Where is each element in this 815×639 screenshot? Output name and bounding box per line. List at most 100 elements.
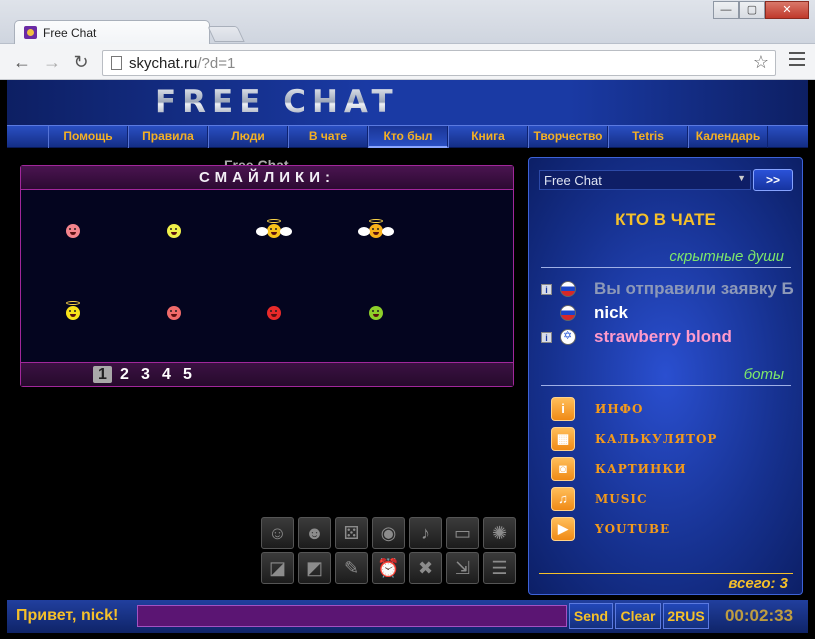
bot-row[interactable]: ♫ MUSIC [551,486,648,512]
smile-icon[interactable]: ☺ [261,517,294,549]
nav-creativity[interactable]: Творчество [528,126,608,148]
bot-row[interactable]: ▶ YOUTUBE [551,516,670,542]
smiley-pager: 1 2 3 4 5 [21,362,513,386]
translit-button[interactable]: 2RUS [663,603,709,629]
url-text: skychat.ru/?d=1 [129,55,236,72]
user-row[interactable]: i Вы отправили заявку Б [541,278,803,300]
divider [541,385,791,386]
bot-label[interactable]: КАЛЬКУЛЯТОР [595,432,717,446]
total-count: всего: 3 [728,575,788,592]
smiley-shock-icon[interactable] [167,224,181,238]
video-icon[interactable]: ▶ [551,517,575,541]
speech-bubble-icon[interactable]: ▭ [446,517,479,549]
nav-calendar[interactable]: Календарь [688,126,768,148]
settings-gear-icon[interactable]: ✺ [483,517,516,549]
nav-people[interactable]: Люди [208,126,288,148]
room-select[interactable]: Free Chat ▼ [539,170,751,190]
bot-row[interactable]: ◙ КАРТИНКИ [551,456,687,482]
user-row[interactable]: i strawberry blond [541,326,803,348]
tools-icon[interactable]: ✖ [409,552,442,584]
webcam-icon[interactable]: ◉ [372,517,405,549]
nav-help[interactable]: Помощь [48,126,128,148]
browser-toolbar: ← → ↻ skychat.ru/?d=1 ☆ [0,44,815,80]
bot-row[interactable]: ▦ КАЛЬКУЛЯТОР [551,426,717,452]
music-icon[interactable]: ♫ [551,487,575,511]
reload-icon[interactable]: ↻ [71,52,91,73]
smiley-angel-wings-icon[interactable] [358,219,394,238]
maximize-button[interactable]: ▢ [739,1,765,19]
bots-label: боты [743,366,784,383]
room-go-button[interactable]: >> [753,169,793,191]
bot-label[interactable]: КАРТИНКИ [595,462,687,476]
sound-icon[interactable]: ♪ [409,517,442,549]
divider [541,267,791,268]
user-info-icon[interactable]: i [541,331,552,343]
main-nav: Помощь Правила Люди В чате Кто был Книга… [7,125,808,148]
nav-guestbook[interactable]: Книга [448,126,528,148]
back-arrow-icon[interactable]: ← [12,52,32,73]
smiley-panel: СМАЙЛИКИ: 1 2 3 4 5 [20,165,514,387]
message-input[interactable] [137,605,567,627]
smiley-page-3[interactable]: 3 [135,366,156,384]
site-favicon-icon [24,26,37,39]
smiley-page-1[interactable]: 1 [93,366,112,383]
dice-icon[interactable]: ⚄ [335,517,368,549]
user-name[interactable]: strawberry blond [594,327,732,347]
bot-label[interactable]: MUSIC [595,492,648,506]
site-logo[interactable]: FREE CHAT [155,84,399,120]
chat-bubbles-icon[interactable]: ◩ [298,552,331,584]
smiley-angel-wings-icon[interactable] [256,219,292,238]
minimize-button[interactable]: — [713,1,739,19]
edit-pen-icon[interactable]: ✎ [335,552,368,584]
chevron-down-icon: ▼ [737,173,746,183]
exit-icon[interactable]: ⇲ [446,552,479,584]
bot-label[interactable]: YOUTUBE [595,522,670,536]
address-bar[interactable]: skychat.ru/?d=1 ☆ [102,50,776,76]
smiley-sad-icon[interactable] [167,306,181,320]
browser-menu-icon[interactable] [789,52,805,70]
nav-rules[interactable]: Правила [128,126,208,148]
bot-label[interactable]: ИНФО [595,402,644,416]
divider [539,573,793,574]
user-name[interactable]: Вы отправили заявку Б [594,279,794,299]
notepad-icon[interactable]: ☰ [483,552,516,584]
bot-row[interactable]: i ИНФО [551,396,644,422]
new-tab-button[interactable] [207,26,245,42]
nav-in-chat[interactable]: В чате [288,126,368,148]
send-button[interactable]: Send [569,603,613,629]
calculator-icon[interactable]: ▦ [551,427,575,451]
forward-arrow-icon[interactable]: → [42,52,62,73]
smiley-page-5[interactable]: 5 [177,366,198,384]
flag-il-icon [560,329,576,345]
browser-tab[interactable]: Free Chat [14,20,210,44]
info-icon[interactable]: i [551,397,575,421]
user-row[interactable]: nick [541,302,803,324]
smiley-halo-icon[interactable] [66,301,80,320]
smiley-page-4[interactable]: 4 [156,366,177,384]
smiley-apple-icon[interactable] [369,306,383,320]
user-info-icon[interactable]: i [541,283,552,295]
smiley-angry-icon[interactable] [267,306,281,320]
nav-who-was[interactable]: Кто был [368,126,448,148]
alarm-clock-icon[interactable]: ⏰ [372,552,405,584]
greeting-label: Привет, nick! [16,607,119,624]
clear-button[interactable]: Clear [615,603,661,629]
users-panel: Free Chat ▼ >> КТО В ЧАТЕ скрытные души … [528,157,803,595]
chat-bubble-icon[interactable]: ◪ [261,552,294,584]
nav-tetris[interactable]: Tetris [608,126,688,148]
smiley-scream-icon[interactable] [66,224,80,238]
smiley-panel-title: СМАЙЛИКИ: [21,166,513,190]
close-window-button[interactable]: ✕ [765,1,809,19]
chat-tools: ☺ ☻ ⚄ ◉ ♪ ▭ ✺ ◪ ◩ ✎ ⏰ ✖ ⇲ ☰ [261,517,517,584]
smile-heart-icon[interactable]: ☻ [298,517,331,549]
browser-titlebar: Free Chat — ▢ ✕ [0,0,815,44]
user-name[interactable]: nick [594,303,628,323]
message-bar: Привет, nick! Send Clear 2RUS 00:02:33 [7,600,808,633]
bookmark-star-icon[interactable]: ☆ [753,52,769,73]
in-chat-title: КТО В ЧАТЕ [615,210,716,229]
hidden-souls-label: скрытные души [669,248,784,265]
window-controls: — ▢ ✕ [713,1,809,21]
smiley-page-2[interactable]: 2 [114,366,135,384]
camera-icon[interactable]: ◙ [551,457,575,481]
page-icon [111,56,122,70]
